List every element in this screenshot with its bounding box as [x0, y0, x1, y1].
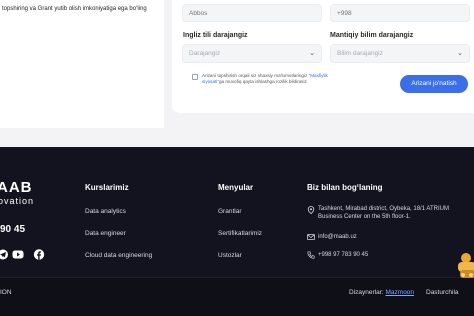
phone-input[interactable] — [330, 4, 470, 22]
copyright-fragment: ION — [0, 289, 12, 296]
footer-phone-fragment: 90 45 — [0, 224, 26, 235]
contact-address: Tashkent, Mirabad district, Oybeka, 18/1… — [318, 206, 449, 220]
contact-email[interactable]: info@maab.uz — [318, 233, 357, 241]
course-link[interactable]: Data engineer — [85, 230, 126, 237]
logic-level-select[interactable]: Bilim darajangiz ⌄ — [330, 44, 470, 63]
chevron-down-icon: ⌄ — [457, 50, 463, 57]
phone-icon — [307, 251, 315, 259]
submit-application-button[interactable]: Arizani jo'natish — [400, 75, 468, 93]
menu-title: Menyular — [218, 183, 254, 192]
course-link[interactable]: Data analytics — [85, 208, 126, 215]
designers-label: Dizaynerlar: — [349, 289, 384, 296]
telegram-icon[interactable] — [0, 249, 9, 260]
info-card: topshiring va Grant yutib olish imkoniya… — [0, 0, 164, 128]
menu-link[interactable]: Sertifikatlarimiz — [218, 230, 262, 237]
consent-text: Arizani topshirish orqali siz shaxsiy ma… — [202, 73, 342, 85]
courses-title: Kurslarimiz — [85, 183, 129, 192]
menu-link[interactable]: Grantlar — [218, 208, 241, 215]
footer-bottom-bar — [0, 277, 474, 316]
consent-pre: Arizani topshirish orqali siz shaxsiy ma… — [202, 73, 308, 78]
menu-link[interactable]: Ustozlar — [218, 252, 242, 259]
logo-bottom-text: ovation — [0, 196, 35, 206]
developers-credit: Dasturchila — [426, 289, 459, 296]
logic-level-label: Mantiqiy bilim darajangiz — [330, 32, 414, 39]
consent-checkbox[interactable] — [192, 74, 198, 80]
info-text: topshiring va Grant yutib olish imkoniya… — [2, 6, 147, 12]
designers-link[interactable]: Mazmoon — [386, 289, 415, 296]
name-input[interactable] — [182, 4, 322, 22]
email-icon — [307, 233, 315, 240]
english-level-value: Darajangiz — [189, 50, 221, 57]
youtube-icon[interactable] — [12, 249, 24, 260]
location-pin-icon — [307, 206, 315, 214]
course-link[interactable]: Cloud data engineering — [85, 252, 152, 259]
english-level-select[interactable]: Darajangiz ⌄ — [182, 44, 322, 63]
designers-credit: Dizaynerlar: Mazmoon — [349, 289, 414, 296]
chevron-down-icon: ⌄ — [309, 50, 315, 57]
contact-title: Biz bilan bog‘laning — [307, 183, 383, 192]
contact-phone[interactable]: +998 97 783 90 45 — [318, 251, 368, 259]
logic-level-value: Bilim darajangiz — [337, 50, 383, 57]
logo-top-text: AAB — [0, 179, 33, 196]
english-level-label: Ingliz tili darajangiz — [183, 32, 248, 39]
chat-widget-icon[interactable] — [452, 250, 474, 286]
facebook-icon[interactable] — [33, 249, 45, 260]
consent-post: ga muvofiq qayta ishlashga rozilik bildi… — [218, 79, 307, 84]
